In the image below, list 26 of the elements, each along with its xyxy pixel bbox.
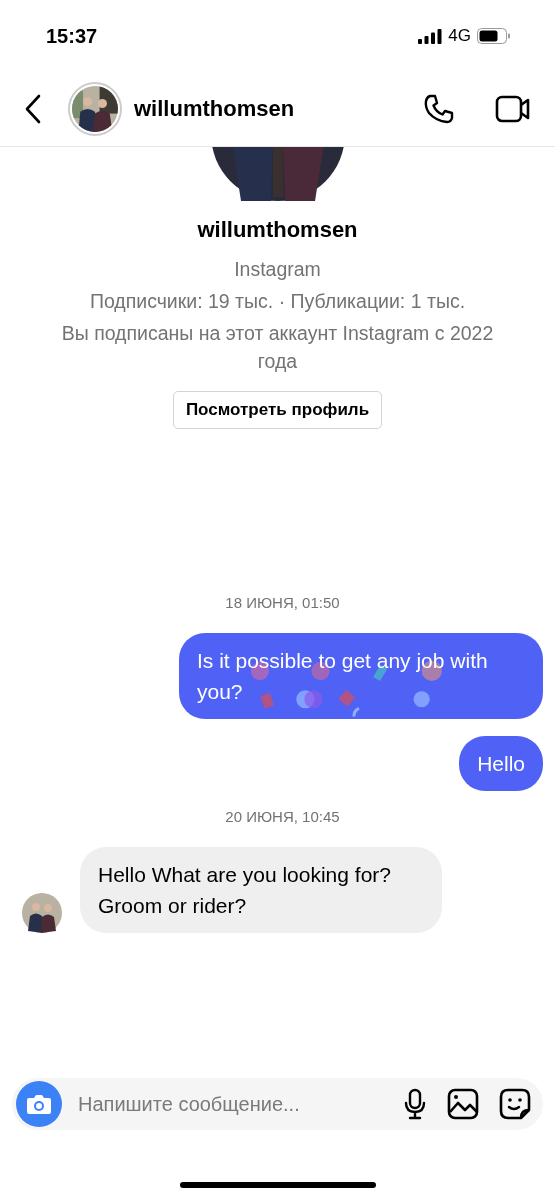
message-input[interactable]: Напишите сообщение... (76, 1091, 383, 1117)
profile-stats: Подписчики: 19 тыс. · Публикации: 1 тыс. (89, 289, 466, 314)
camera-button[interactable] (16, 1081, 62, 1127)
header-username[interactable]: willumthomsen (134, 96, 405, 122)
date-separator: 18 ИЮНЯ, 01:50 (224, 594, 341, 611)
platform-label: Instagram (234, 257, 321, 282)
avatar-ring[interactable] (68, 82, 122, 136)
microphone-icon[interactable] (403, 1088, 427, 1120)
video-camera-icon[interactable] (495, 94, 531, 124)
camera-icon (26, 1093, 52, 1115)
view-profile-button[interactable]: Посмотреть профиль (172, 391, 383, 429)
image-icon[interactable] (447, 1088, 479, 1120)
outgoing-message: Is it possible to get any job with you? (179, 633, 543, 719)
date-separator: 20 ИЮНЯ, 10:45 (224, 808, 341, 825)
profile-username: willumthomsen (197, 217, 358, 243)
status-time: 15:37 (46, 24, 98, 48)
back-icon[interactable] (24, 94, 42, 124)
incoming-message: Hello What are you looking for? Groom or rider? (80, 847, 442, 933)
sticker-icon[interactable] (499, 1088, 531, 1120)
outgoing-message: Hello (459, 736, 543, 791)
battery-icon (477, 28, 511, 44)
signal-icon (418, 28, 443, 44)
message-field[interactable]: Напишите сообщение... (12, 1078, 543, 1130)
network-label: 4G (448, 26, 471, 46)
followed-since-text: Вы подписаны на этот аккаунт Instagram с 2022 года (60, 321, 495, 374)
phone-icon[interactable] (423, 93, 455, 125)
